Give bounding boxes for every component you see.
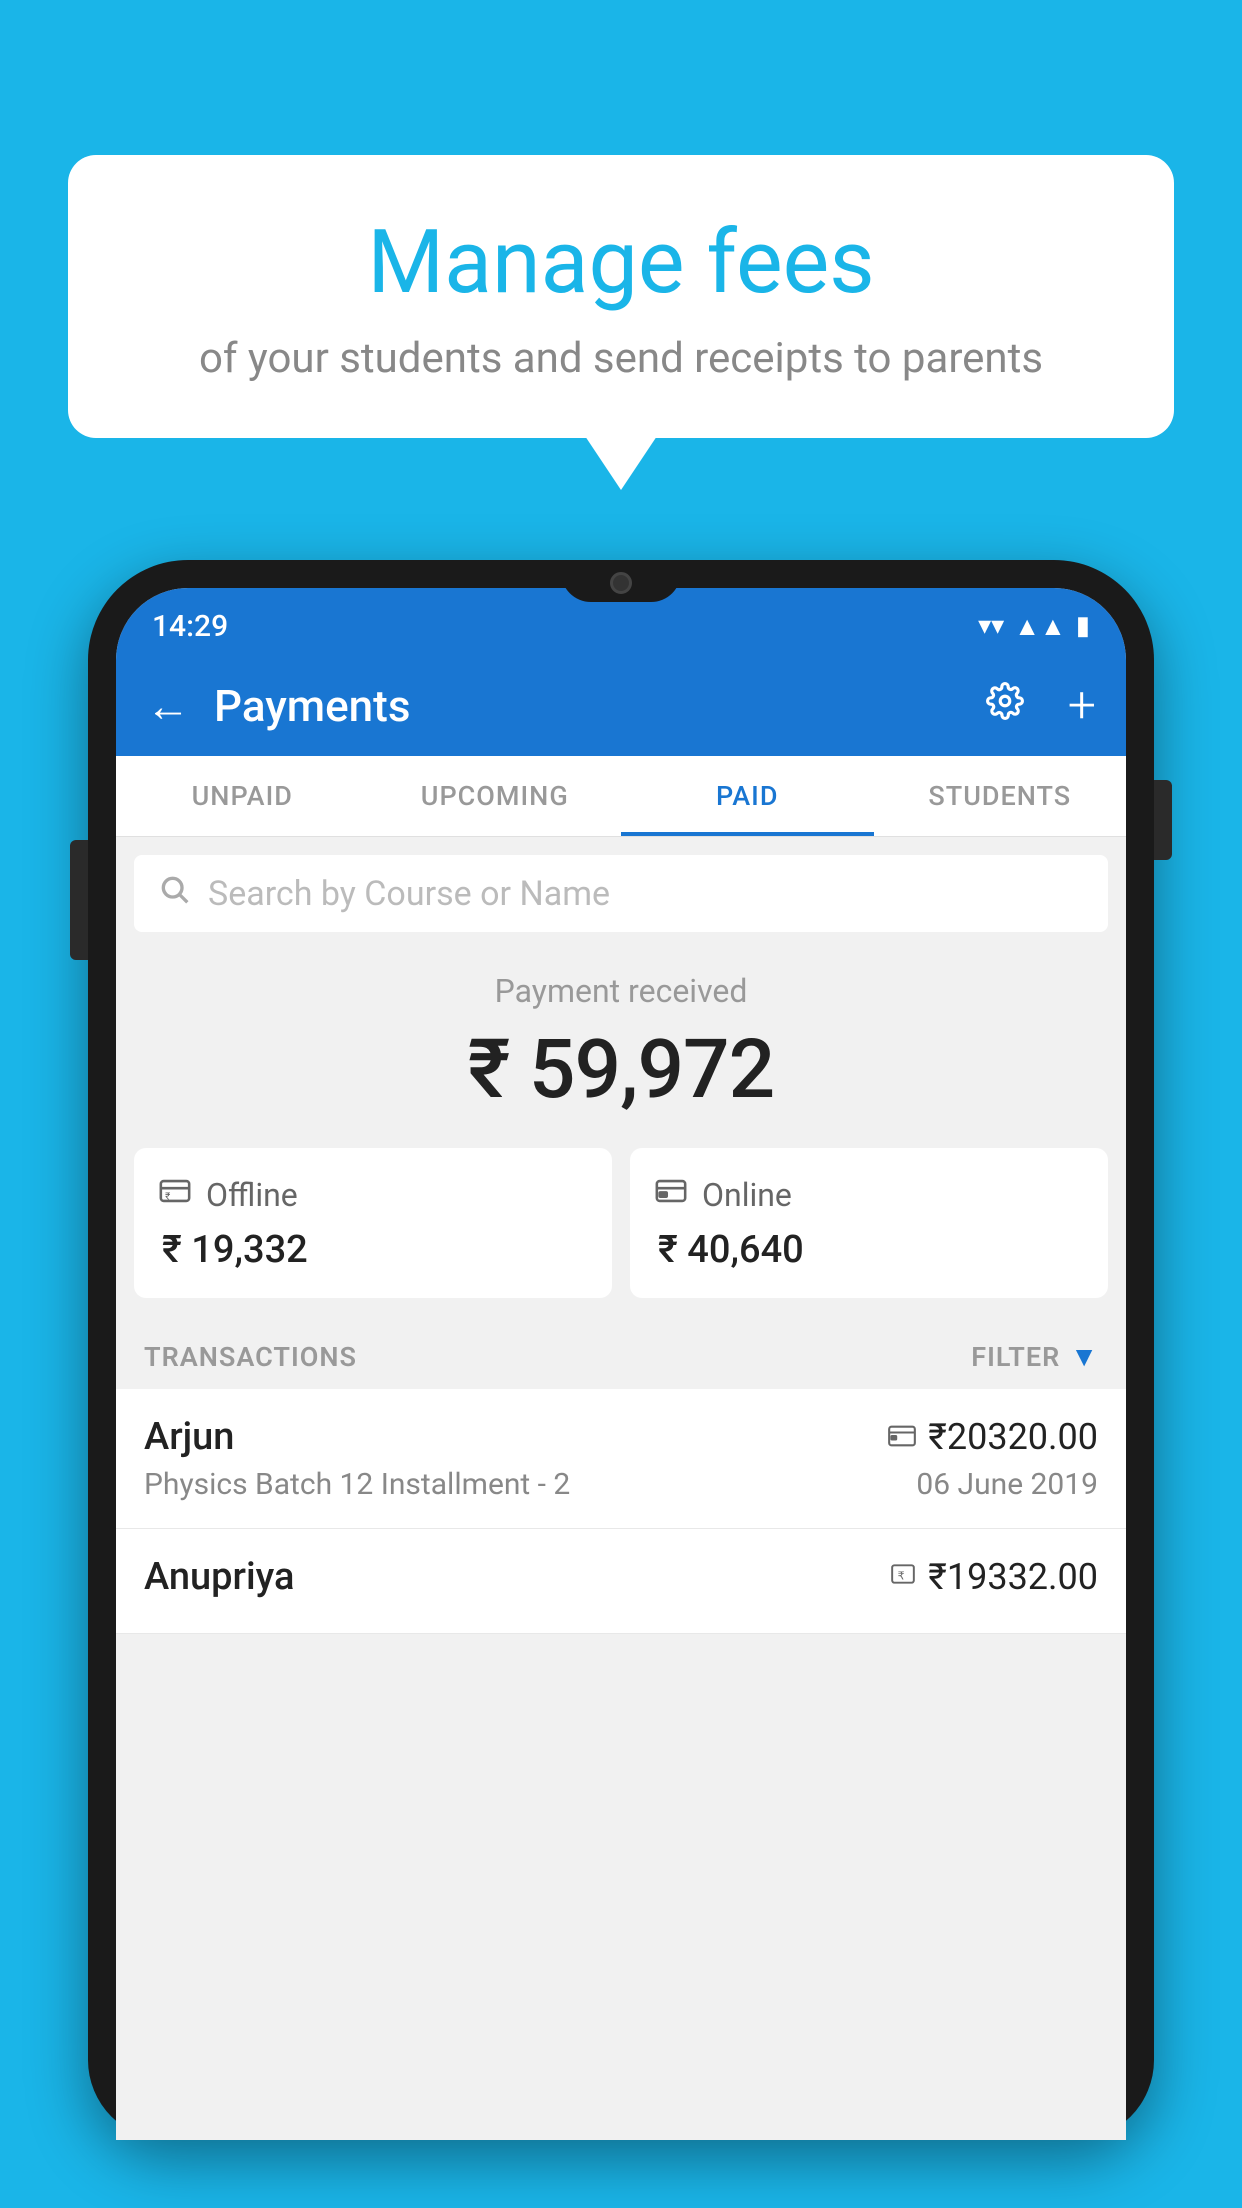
status-icons: ▾▾ ▲▲ ▮ <box>978 611 1090 642</box>
tab-students[interactable]: STUDENTS <box>874 756 1127 836</box>
search-input[interactable]: Search by Course or Name <box>208 874 1084 914</box>
offline-payment-icon: ₹ <box>158 1174 192 1216</box>
transaction-amount-val-arjun: ₹20320.00 <box>928 1416 1098 1458</box>
payment-total-amount: ₹ 59,972 <box>136 1022 1106 1118</box>
payment-type-icon-anupriya: ₹ <box>890 1561 916 1594</box>
transaction-date-arjun: 06 June 2019 <box>916 1467 1098 1502</box>
svg-text:₹: ₹ <box>165 1192 170 1203</box>
wifi-icon: ▾▾ <box>978 611 1004 641</box>
bubble-title: Manage fees <box>118 215 1124 312</box>
filter-icon: ▼ <box>1070 1340 1098 1373</box>
online-card: Online ₹ 40,640 <box>630 1148 1108 1298</box>
app-header: ← Payments + <box>116 656 1126 756</box>
search-bar[interactable]: Search by Course or Name <box>134 855 1108 932</box>
speech-bubble: Manage fees of your students and send re… <box>68 155 1174 438</box>
back-button[interactable]: ← <box>146 684 190 728</box>
tab-unpaid[interactable]: UNPAID <box>116 756 369 836</box>
online-payment-icon <box>654 1174 688 1216</box>
filter-label: FILTER <box>971 1341 1060 1373</box>
transaction-row-anupriya[interactable]: Anupriya ₹ ₹19332.00 <box>116 1529 1126 1634</box>
payment-summary: Payment received ₹ 59,972 <box>116 932 1126 1148</box>
payment-received-label: Payment received <box>136 972 1106 1010</box>
search-icon <box>158 873 190 914</box>
transactions-label: TRANSACTIONS <box>144 1341 357 1373</box>
phone-outer: 14:29 ▾▾ ▲▲ ▮ ← Payments + <box>88 560 1154 2140</box>
online-card-header: Online <box>654 1174 1084 1216</box>
transaction-row-arjun[interactable]: Arjun ₹20320.00 <box>116 1389 1126 1529</box>
filter-container[interactable]: FILTER ▼ <box>971 1340 1098 1373</box>
payment-cards: ₹ Offline ₹ 19,332 <box>116 1148 1126 1322</box>
page-title: Payments <box>214 680 962 732</box>
transaction-name-anupriya: Anupriya <box>144 1555 294 1599</box>
phone-notch <box>561 560 681 602</box>
status-time: 14:29 <box>152 609 228 644</box>
offline-amount: ₹ 19,332 <box>158 1228 588 1272</box>
settings-icon[interactable] <box>986 682 1024 730</box>
offline-label: Offline <box>206 1176 298 1214</box>
tab-upcoming[interactable]: UPCOMING <box>369 756 622 836</box>
transaction-course-arjun: Physics Batch 12 Installment - 2 <box>144 1467 570 1502</box>
content-area: Search by Course or Name Payment receive… <box>116 855 1126 1634</box>
phone-screen: 14:29 ▾▾ ▲▲ ▮ ← Payments + <box>116 588 1126 2140</box>
tab-paid[interactable]: PAID <box>621 756 874 836</box>
online-amount: ₹ 40,640 <box>654 1228 1084 1272</box>
offline-card: ₹ Offline ₹ 19,332 <box>134 1148 612 1298</box>
add-button[interactable]: + <box>1068 677 1096 735</box>
transactions-header: TRANSACTIONS FILTER ▼ <box>116 1322 1126 1389</box>
transaction-bottom-arjun: Physics Batch 12 Installment - 2 06 June… <box>144 1467 1098 1502</box>
transaction-amount-arjun: ₹20320.00 <box>888 1416 1098 1458</box>
payment-type-icon-arjun <box>888 1421 916 1454</box>
transaction-amount-val-anupriya: ₹19332.00 <box>928 1556 1098 1598</box>
transaction-amount-anupriya: ₹ ₹19332.00 <box>890 1556 1098 1598</box>
bubble-subtitle: of your students and send receipts to pa… <box>118 334 1124 383</box>
front-camera <box>610 572 632 594</box>
transaction-name-arjun: Arjun <box>144 1415 234 1459</box>
speech-bubble-container: Manage fees of your students and send re… <box>68 155 1174 438</box>
phone-wrapper: 14:29 ▾▾ ▲▲ ▮ ← Payments + <box>88 560 1154 2208</box>
svg-text:₹: ₹ <box>898 1570 905 1582</box>
transaction-top-anupriya: Anupriya ₹ ₹19332.00 <box>144 1555 1098 1599</box>
signal-icon: ▲▲ <box>1014 611 1065 642</box>
transaction-top-arjun: Arjun ₹20320.00 <box>144 1415 1098 1459</box>
offline-card-header: ₹ Offline <box>158 1174 588 1216</box>
battery-icon: ▮ <box>1076 611 1090 641</box>
online-label: Online <box>702 1176 792 1214</box>
tabs-bar: UNPAID UPCOMING PAID STUDENTS <box>116 756 1126 837</box>
